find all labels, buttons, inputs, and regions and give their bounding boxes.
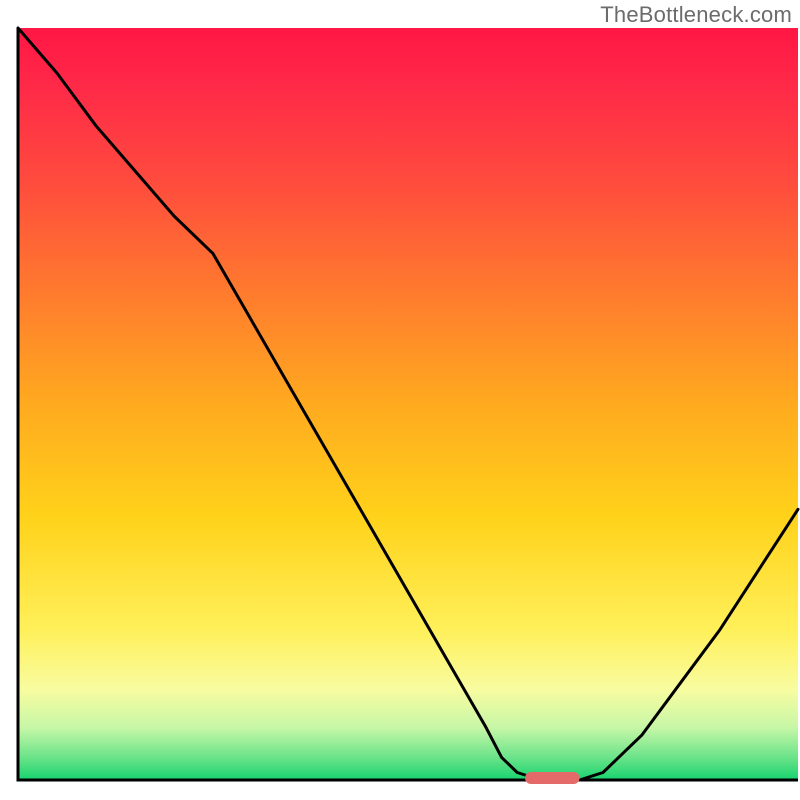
watermark-text: TheBottleneck.com: [600, 2, 792, 28]
chart-svg: [0, 0, 800, 800]
minimum-marker: [525, 772, 580, 784]
gradient-background: [18, 28, 798, 780]
bottleneck-chart: TheBottleneck.com: [0, 0, 800, 800]
